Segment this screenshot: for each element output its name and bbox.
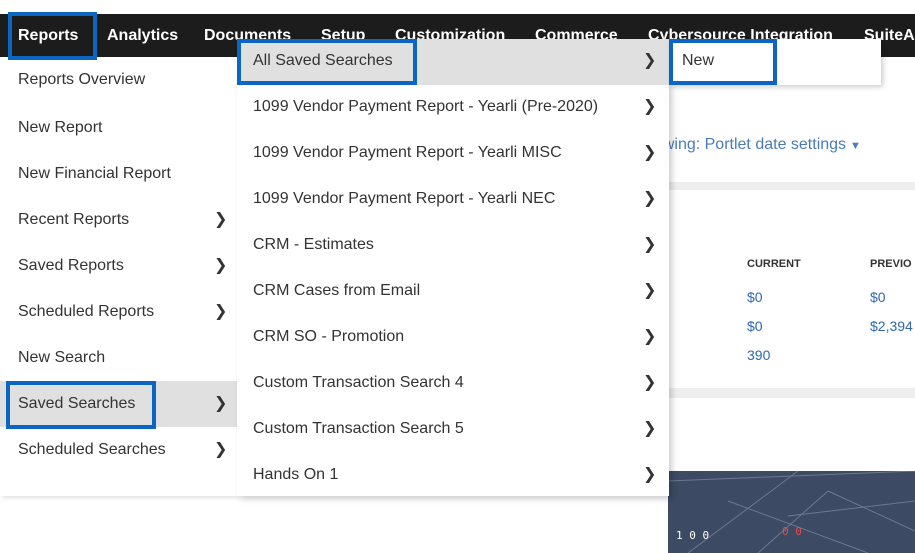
banner-digits: 1 0 0	[676, 529, 710, 542]
dashboard-banner-image: 1 0 0 0 0	[668, 471, 915, 553]
chevron-right-icon: ❯	[643, 190, 657, 207]
chevron-right-icon: ❯	[643, 420, 657, 437]
submenu-item-label: Custom Transaction Search 4	[253, 374, 464, 391]
menu-item-saved-searches[interactable]: Saved Searches ❯	[0, 381, 237, 427]
menu-item-saved-reports[interactable]: Saved Reports ❯	[0, 243, 237, 289]
submenu-item-saved-search[interactable]: Custom Transaction Search 4 ❯	[237, 361, 669, 407]
submenu-item-label: Custom Transaction Search 5	[253, 420, 464, 437]
nav-analytics[interactable]: Analytics	[107, 14, 178, 57]
chevron-right-icon: ❯	[643, 466, 657, 483]
kpi-current-value[interactable]: $0	[747, 318, 763, 334]
flyout-item-new[interactable]: New	[669, 39, 881, 85]
kpi-current-value[interactable]: $0	[747, 289, 763, 305]
chevron-right-icon: ❯	[214, 395, 228, 412]
submenu-item-saved-search[interactable]: CRM Cases from Email ❯	[237, 269, 669, 315]
all-saved-searches-flyout: New	[669, 39, 881, 85]
submenu-item-saved-search[interactable]: 1099 Vendor Payment Report - Yearli MISC…	[237, 131, 669, 177]
menu-item-label: New Search	[18, 349, 106, 366]
chevron-right-icon: ❯	[214, 257, 228, 274]
submenu-item-saved-search[interactable]: CRM SO - Promotion ❯	[237, 315, 669, 361]
chevron-right-icon: ❯	[643, 98, 657, 115]
chevron-right-icon: ❯	[643, 144, 657, 161]
menu-item-label: Reports Overview	[18, 71, 146, 88]
kpi-previous-value[interactable]: $0	[870, 289, 886, 305]
banner-digits: 0 0	[782, 525, 802, 538]
kpi-current-header: CURRENT	[747, 258, 801, 270]
chevron-right-icon: ❯	[214, 441, 228, 458]
submenu-item-label: 1099 Vendor Payment Report - Yearli (Pre…	[253, 98, 599, 115]
menu-item-new-report[interactable]: New Report	[0, 105, 237, 151]
submenu-item-saved-search[interactable]: 1099 Vendor Payment Report - Yearli (Pre…	[237, 85, 669, 131]
portlet-divider	[668, 388, 915, 398]
submenu-item-saved-search[interactable]: Hands On 1 ❯	[237, 453, 669, 499]
menu-item-label: Recent Reports	[18, 211, 130, 228]
submenu-item-label: 1099 Vendor Payment Report - Yearli NEC	[253, 190, 556, 207]
kpi-previous-header: PREVIO	[870, 258, 912, 270]
reports-dropdown-menu: Reports Overview New Report New Financia…	[0, 57, 237, 496]
menu-item-new-search[interactable]: New Search	[0, 335, 237, 381]
caret-down-icon: ▼	[850, 140, 861, 152]
menu-item-label: Scheduled Searches	[18, 441, 166, 458]
chevron-right-icon: ❯	[643, 374, 657, 391]
portlet-date-text: Viewing: Portlet date settings	[640, 136, 847, 153]
menu-item-label: Saved Searches	[18, 395, 136, 412]
kpi-previous-value[interactable]: $2,394	[870, 318, 913, 334]
saved-searches-submenu: All Saved Searches ❯ 1099 Vendor Payment…	[237, 39, 669, 496]
chevron-right-icon: ❯	[214, 303, 228, 320]
kpi-current-value[interactable]: 390	[747, 347, 770, 363]
portlet-divider	[668, 182, 915, 190]
menu-item-reports-overview[interactable]: Reports Overview	[0, 57, 237, 103]
submenu-item-saved-search[interactable]: 1099 Vendor Payment Report - Yearli NEC …	[237, 177, 669, 223]
chevron-right-icon: ❯	[214, 211, 228, 228]
submenu-item-label: 1099 Vendor Payment Report - Yearli MISC	[253, 144, 562, 161]
portlet-date-settings-link[interactable]: Viewing: Portlet date settings ▼	[640, 136, 861, 154]
menu-item-label: Scheduled Reports	[18, 303, 155, 320]
nav-reports[interactable]: Reports	[18, 14, 78, 57]
chevron-right-icon: ❯	[643, 52, 657, 69]
submenu-item-saved-search[interactable]: Custom Transaction Search 5 ❯	[237, 407, 669, 453]
submenu-item-saved-search[interactable]: CRM - Estimates ❯	[237, 223, 669, 269]
submenu-item-all-saved-searches[interactable]: All Saved Searches ❯	[237, 39, 669, 85]
menu-item-recent-reports[interactable]: Recent Reports ❯	[0, 197, 237, 243]
submenu-item-label: CRM - Estimates	[253, 236, 374, 253]
submenu-item-label: All Saved Searches	[253, 52, 393, 69]
chevron-right-icon: ❯	[643, 282, 657, 299]
submenu-item-label: CRM SO - Promotion	[253, 328, 405, 345]
submenu-item-label: CRM Cases from Email	[253, 282, 421, 299]
menu-item-new-financial-report[interactable]: New Financial Report	[0, 151, 237, 197]
menu-item-label: New Report	[18, 119, 103, 136]
submenu-item-label: Hands On 1	[253, 466, 339, 483]
menu-item-scheduled-reports[interactable]: Scheduled Reports ❯	[0, 289, 237, 335]
menu-item-label: Saved Reports	[18, 257, 124, 274]
chevron-right-icon: ❯	[643, 236, 657, 253]
flyout-item-label: New	[682, 52, 715, 69]
chevron-right-icon: ❯	[643, 328, 657, 345]
menu-item-label: New Financial Report	[18, 165, 171, 182]
menu-item-scheduled-searches[interactable]: Scheduled Searches ❯	[0, 427, 237, 473]
